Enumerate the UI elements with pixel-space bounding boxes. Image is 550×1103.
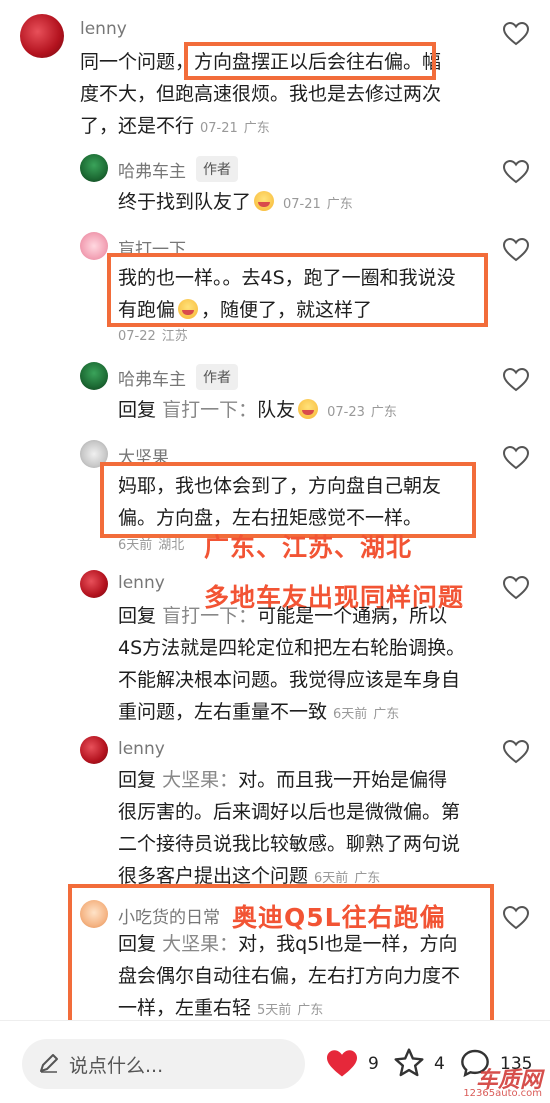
comment-text: 回复 盲打一下：队友 07-23 广东 (118, 399, 397, 421)
like-heart-icon[interactable] (503, 238, 529, 262)
reply-target: 盲打一下： (162, 605, 258, 627)
like-count: 9 (368, 1054, 379, 1074)
favorite-count: 4 (434, 1054, 445, 1074)
like-heart-icon[interactable] (503, 22, 529, 46)
avatar[interactable] (80, 736, 108, 764)
like-heart-icon[interactable] (503, 740, 529, 764)
avatar[interactable] (20, 14, 64, 58)
comment-text: 回复 大坚果：对。而且我一开始是偏得 很厉害的。后来调好以后也是微微偏。第 二个… (118, 769, 461, 887)
comment-author[interactable]: lenny (118, 573, 165, 593)
pen-icon (40, 1054, 58, 1073)
comment-input-placeholder: 说点什么... (69, 1055, 164, 1077)
reply-target: 大坚果： (162, 769, 239, 791)
overlay-q5l: 奥迪Q5L往右跑偏 (232, 903, 446, 932)
comment-location: 广东 (243, 121, 270, 136)
comment-text: 终于找到队友了 07-21 广东 (118, 191, 353, 213)
highlight-box (184, 42, 436, 80)
comment-text: 回复 盲打一下：可能是一个通病，所以 4S方法就是四轮定位和把左右轮胎调换。 不… (118, 605, 466, 723)
like-heart-icon[interactable] (503, 906, 529, 930)
author-tag: 作者 (196, 364, 238, 390)
comment-author[interactable]: 哈弗车主 (118, 365, 186, 390)
avatar[interactable] (80, 362, 108, 390)
avatar[interactable] (80, 154, 108, 182)
highlight-box (107, 253, 488, 327)
comment-input[interactable]: 说点什么... (22, 1039, 305, 1089)
comment-author[interactable]: 哈弗车主 (118, 157, 186, 182)
comment-author[interactable]: lenny (118, 739, 165, 759)
watermark-url: 12365auto.com (463, 1088, 542, 1099)
author-tag: 作者 (196, 156, 238, 182)
like-heart-icon[interactable] (503, 446, 529, 470)
like-heart-icon[interactable] (503, 160, 529, 184)
avatar[interactable] (80, 232, 108, 260)
crying-emoji-icon (254, 191, 275, 211)
avatar[interactable] (80, 570, 108, 598)
crying-emoji-icon (298, 399, 319, 419)
overlay-regions: 广东、江苏、湖北 (204, 533, 413, 562)
like-heart-icon[interactable] (503, 576, 529, 600)
reply-target: 盲打一下： (162, 399, 258, 421)
star-icon[interactable] (392, 1047, 426, 1079)
like-heart-filled-icon[interactable] (325, 1049, 359, 1079)
highlight-box (100, 462, 476, 538)
comment-date: 07-21 (200, 121, 238, 136)
like-heart-icon[interactable] (503, 368, 529, 392)
comment-author[interactable]: lenny (80, 19, 127, 39)
